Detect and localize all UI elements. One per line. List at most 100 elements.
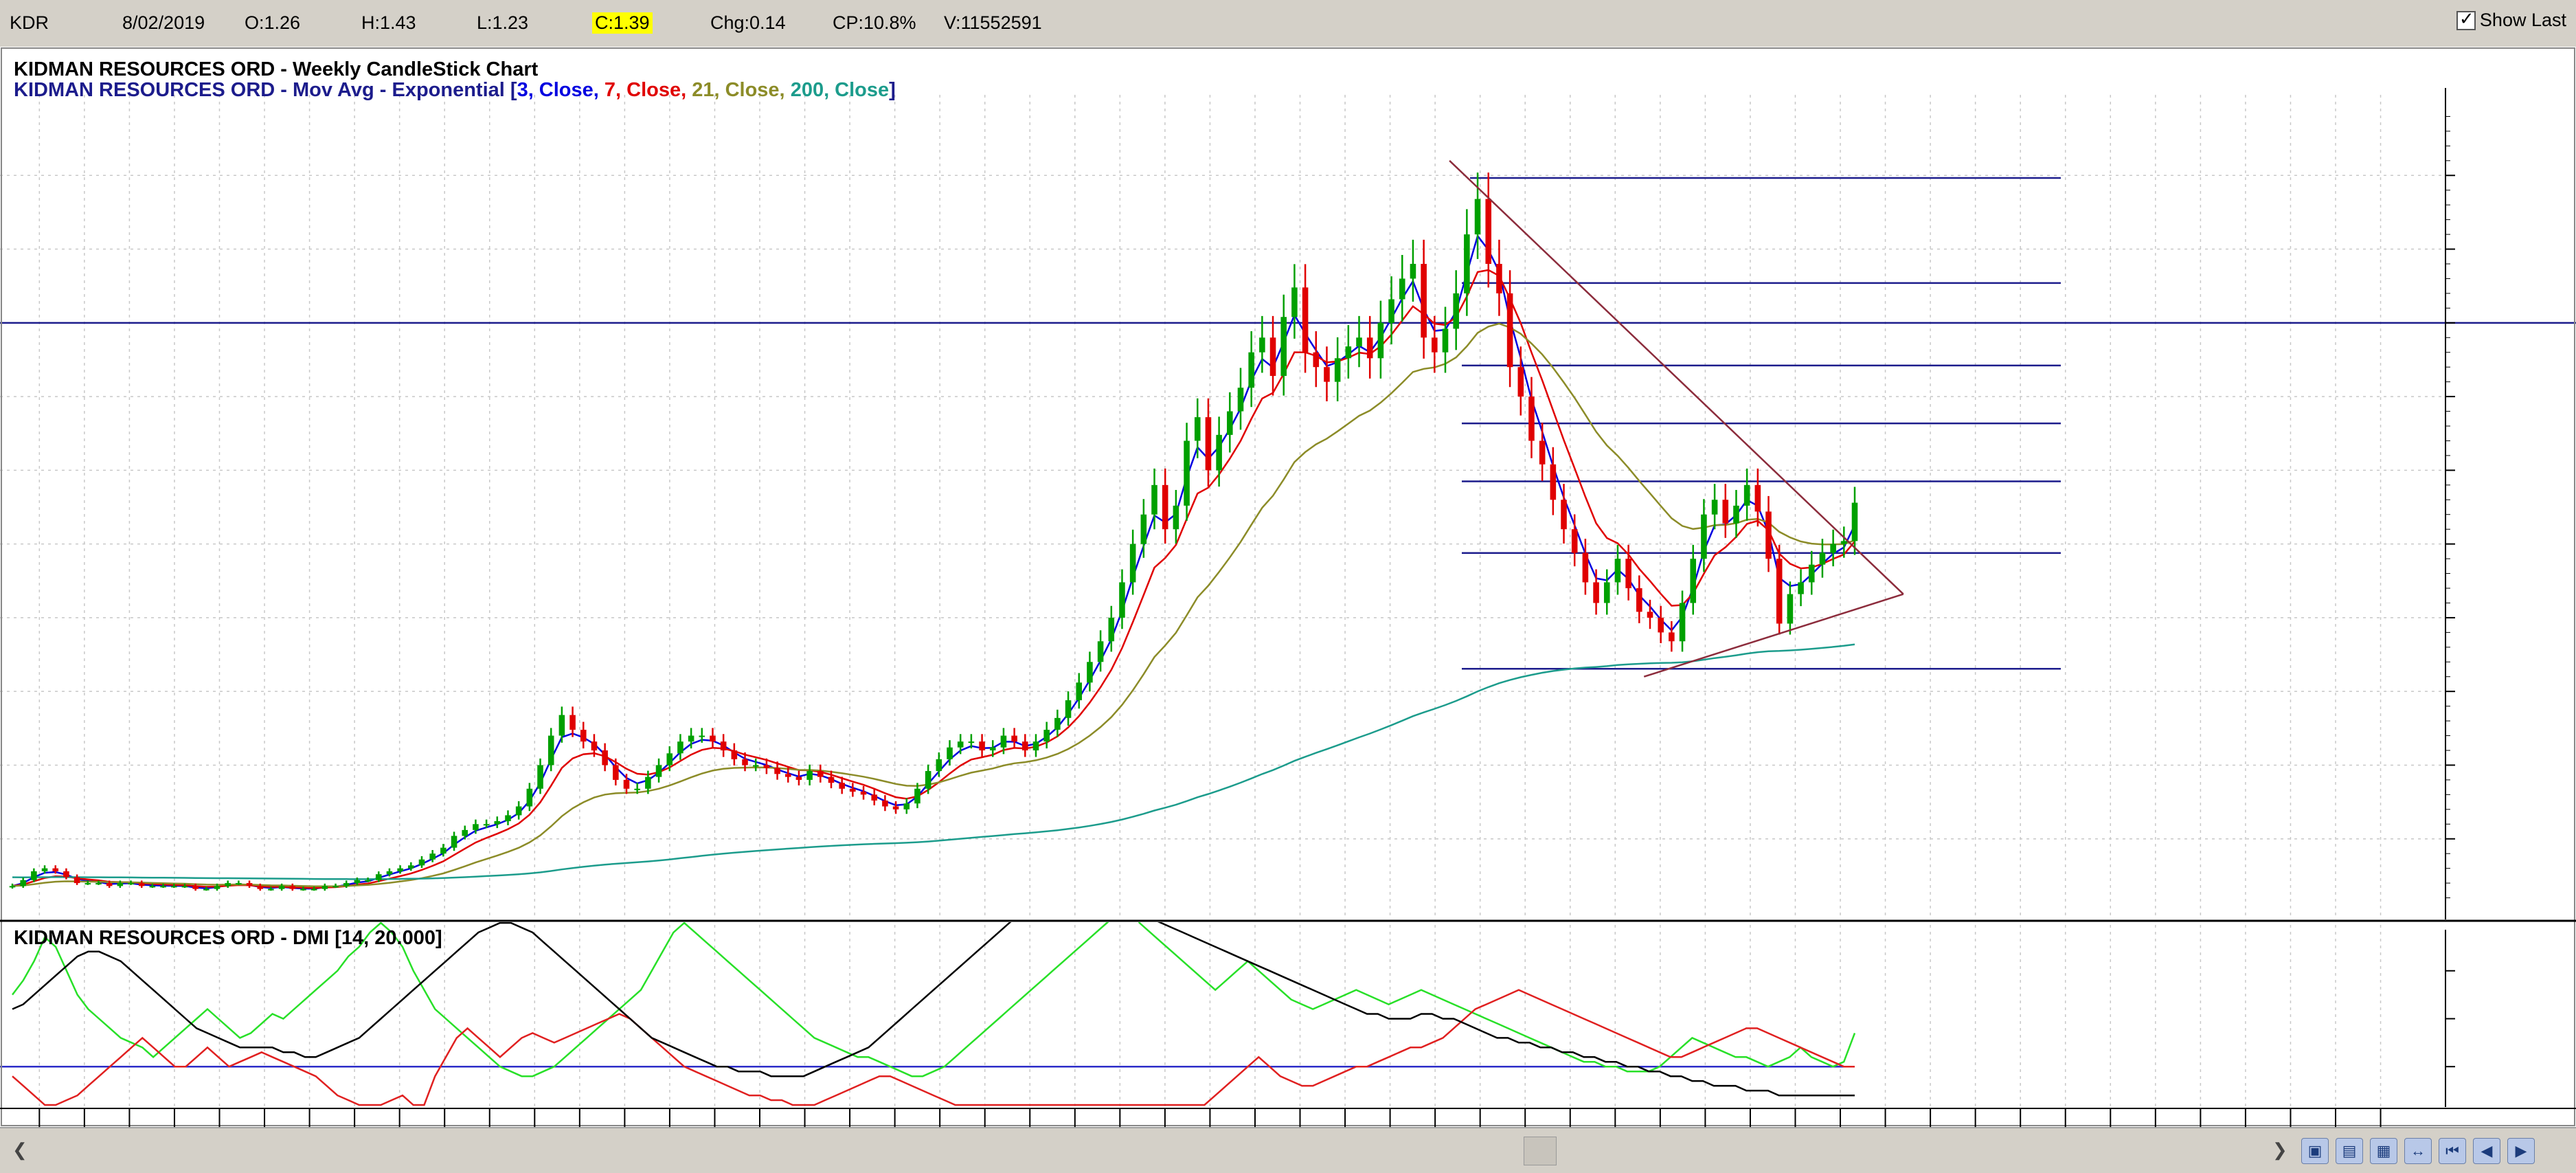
candle-body [203,889,210,891]
candle-body [9,886,16,888]
candle-body [1485,199,1492,264]
candle-body [1743,484,1750,506]
candle-body [1237,388,1244,412]
candle-body [1227,411,1233,435]
candle-body [1517,367,1524,397]
candle-body [160,886,166,888]
candle-body [989,747,996,750]
candle-body [236,883,242,885]
candle-body [170,886,177,888]
candle-body [181,886,188,888]
chart-frame [1,47,2575,1126]
candle-body [1097,641,1104,662]
candle-body [979,741,985,750]
candle-body [365,880,371,882]
candle-body [1625,559,1631,588]
dmi-title: KIDMAN RESOURCES ORD - DMI [14, 20.000] [14,927,442,949]
scroll-thumb[interactable] [1524,1137,1557,1165]
candle-body [1722,500,1729,524]
candle-body [957,741,964,748]
candle-body [41,868,48,871]
candle-body [645,777,651,789]
candle-body [321,886,328,889]
horizontal-scrollbar[interactable]: ❮ ❯ ▣ ▤ ▦ ↔ ⏮ ◀ ▶ [0,1127,2576,1173]
candle-body [31,871,37,880]
candle-body [1108,617,1115,642]
trend-line-upper [1449,159,1904,595]
candle-body [300,889,306,891]
candle-body [1205,417,1212,471]
candle-body [74,877,80,884]
scroll-left-icon[interactable]: ❮ [12,1139,27,1161]
candle-body [1280,317,1287,377]
candle-body [1787,594,1794,624]
candle-body [1421,264,1427,338]
candle-body [1679,603,1686,642]
candle-body [1474,199,1481,235]
candle-body [882,800,888,807]
candle-body [1324,367,1330,382]
candle-body [1733,505,1739,524]
candle-body [537,765,543,789]
candle-body [1216,434,1222,471]
candle-body [1184,440,1190,506]
candle-body [1032,741,1039,750]
candle-body [1432,337,1438,353]
change-pct-label: CP:10.8% [833,12,916,33]
chart-area[interactable]: KIDMAN RESOURCES ORD - Weekly CandleStic… [0,47,2576,1127]
candle-body [914,788,920,804]
scroll-right-icon[interactable]: ❯ [2272,1139,2287,1161]
candle-body [1399,278,1405,300]
candle-body [634,788,640,790]
main-chart-title: KIDMAN RESOURCES ORD - Weekly CandleStic… [14,58,539,80]
step-back-icon[interactable]: ◀ [2473,1138,2500,1164]
candle-body [1011,735,1017,742]
candle-body [569,715,576,730]
candle-body [947,747,953,759]
candle-body [850,788,856,792]
candle-body [505,815,511,821]
step-forward-icon[interactable]: ▶ [2507,1138,2535,1164]
zoom-out-icon[interactable]: ▤ [2336,1138,2363,1164]
candle-body [375,874,382,880]
chart-svg[interactable]: KIDMAN RESOURCES ORD - Weekly CandleStic… [0,47,2576,1127]
candle-body [1022,741,1028,750]
candle-body [655,765,662,777]
candle-body [1377,322,1384,359]
candle-body [1302,287,1309,353]
candle-body [1603,582,1610,603]
candle-body [354,880,361,884]
candle-body [860,792,867,795]
go-start-icon[interactable]: ⏮ [2439,1138,2466,1164]
candle-body [817,771,824,777]
candle-body [936,759,942,772]
pan-both-icon[interactable]: ↔ [2404,1138,2432,1164]
show-last-checkbox[interactable] [2456,8,2476,30]
candle-body [451,836,457,848]
zoom-in-icon[interactable]: ▣ [2301,1138,2329,1164]
candle-body [52,868,59,871]
candle-body [602,750,608,766]
show-last-toggle[interactable]: Show Last [2456,8,2566,31]
info-bar: KDR 8/02/2019 O:1.26 H:1.43 L:1.23 C:1.3… [0,0,2576,48]
candle-body [1647,612,1653,618]
candle-body [214,886,221,889]
candle-body [1841,541,1847,544]
candle-body [332,886,339,888]
candle-body [1614,559,1621,583]
fit-icon[interactable]: ▦ [2370,1138,2397,1164]
candle-body [1658,617,1664,633]
candle-body [1561,500,1567,530]
candle-body [1506,293,1513,368]
candle-body [1388,299,1394,323]
ema-200-line [12,643,1855,880]
candle-body [20,880,26,886]
candle-body [84,883,91,885]
candle-body [925,771,931,789]
candle-body [289,886,296,889]
candle-body [526,788,533,807]
candle-body [839,783,845,789]
candle-body [1410,264,1416,279]
candle-body [1076,682,1083,701]
candle-body [473,824,479,830]
